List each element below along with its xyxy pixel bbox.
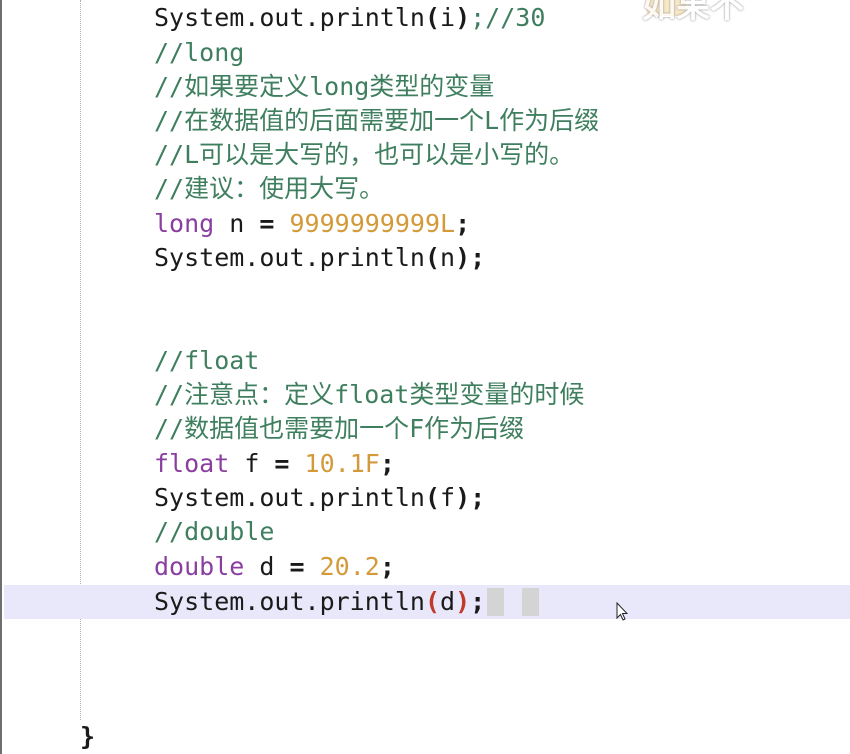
watermark-text: 如果不: [642, 0, 744, 26]
matching-bracket-open-highlight: [487, 588, 504, 616]
number-literal: 9999999999L: [289, 209, 456, 238]
code-line-4[interactable]: //在数据值的后面需要加一个L作为后缀: [154, 104, 599, 138]
keyword-float: float: [154, 449, 230, 478]
code-line-2[interactable]: //long: [154, 36, 244, 70]
semicolon: ;: [455, 209, 471, 238]
code-line-14[interactable]: //double: [154, 515, 274, 549]
open-paren: (: [424, 483, 440, 512]
open-paren: (: [424, 243, 440, 272]
code-line-6[interactable]: //建议：使用大写。: [154, 172, 384, 206]
println-call: System.out.println: [154, 243, 425, 272]
argument: n: [440, 243, 456, 272]
semicolon: ;: [470, 587, 486, 616]
code-line-10[interactable]: //注意点：定义float类型变量的时候: [154, 378, 584, 412]
code-line-9[interactable]: //float: [154, 344, 259, 378]
code-line-12[interactable]: float f = 10.1F;: [154, 447, 395, 481]
close-paren: ): [455, 483, 471, 512]
code-editor[interactable]: 如果不 System.out.println(i);//30 //long //…: [0, 0, 850, 754]
closing-brace[interactable]: }: [80, 720, 95, 754]
code-line-16-current[interactable]: System.out.println(d);: [154, 585, 485, 619]
variable-name: d: [244, 552, 290, 581]
argument: f: [440, 483, 456, 512]
matching-bracket-close-highlight: [522, 588, 539, 616]
argument: i: [440, 3, 456, 32]
assign-operator: =: [289, 552, 305, 581]
code-line-1[interactable]: System.out.println(i);//30: [154, 1, 545, 35]
code-line-7[interactable]: long n = 9999999999L;: [154, 207, 470, 241]
code-line-3[interactable]: //如果要定义long类型的变量: [154, 70, 494, 104]
code-line-11[interactable]: //数据值也需要加一个F作为后缀: [154, 412, 524, 446]
trailing-comment: ;//30: [470, 3, 546, 32]
code-line-5[interactable]: //L可以是大写的，也可以是小写的。: [154, 138, 574, 172]
close-paren: ): [455, 3, 471, 32]
assign-operator: =: [259, 209, 275, 238]
assign-operator: =: [274, 449, 290, 478]
close-paren-matched: ): [455, 587, 471, 616]
code-line-15[interactable]: double d = 20.2;: [154, 550, 395, 584]
variable-name: f: [229, 449, 275, 478]
println-call: System.out.println: [154, 483, 425, 512]
code-line-8[interactable]: System.out.println(n);: [154, 241, 485, 275]
number-literal: 10.1F: [304, 449, 380, 478]
editor-left-border: [0, 0, 2, 754]
semicolon: ;: [379, 449, 395, 478]
variable-name: n: [214, 209, 260, 238]
semicolon: ;: [379, 552, 395, 581]
println-call: System.out.println: [154, 3, 425, 32]
open-paren-matched: (: [424, 587, 440, 616]
mouse-pointer-icon: [616, 602, 628, 621]
close-paren: ): [455, 243, 471, 272]
semicolon: ;: [470, 483, 486, 512]
argument: d: [440, 587, 456, 616]
semicolon: ;: [470, 243, 486, 272]
keyword-long: long: [154, 209, 215, 238]
code-line-13[interactable]: System.out.println(f);: [154, 481, 485, 515]
keyword-double: double: [154, 552, 245, 581]
number-literal: 20.2: [319, 552, 380, 581]
open-paren: (: [424, 3, 440, 32]
println-call: System.out.println: [154, 587, 425, 616]
